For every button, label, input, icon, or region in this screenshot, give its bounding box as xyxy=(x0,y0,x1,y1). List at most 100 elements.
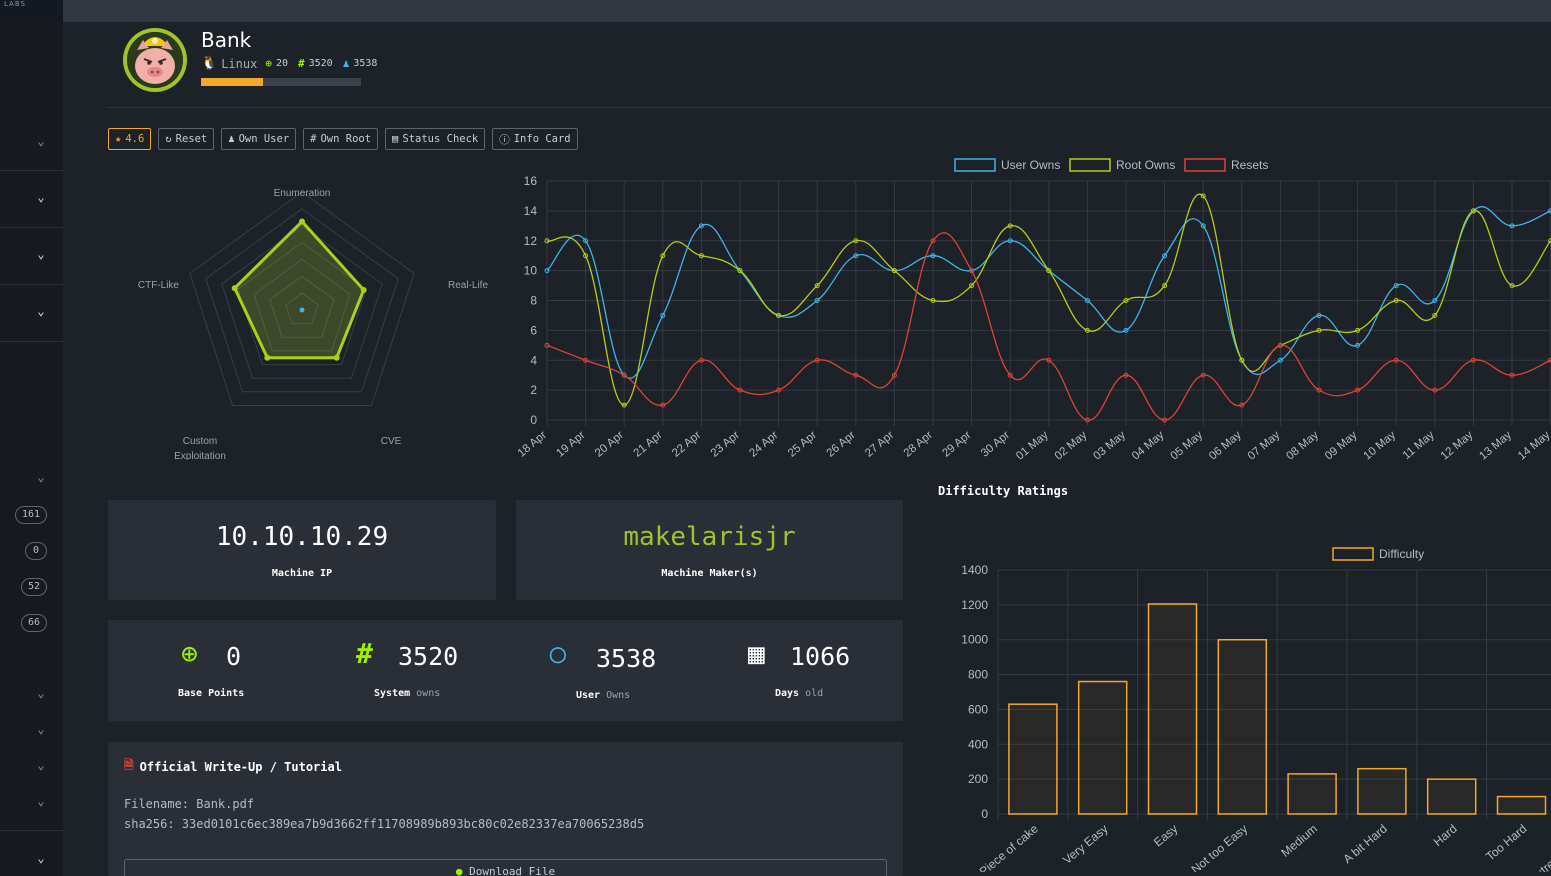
line-x-tick-label: 11 May xyxy=(1401,429,1437,462)
hash-icon: # xyxy=(297,57,305,70)
days-old-label: Days old xyxy=(775,688,824,699)
difficulty-bar xyxy=(1217,638,1268,815)
reset-button[interactable]: ↻ Reset xyxy=(158,128,215,150)
chevron-down-icon[interactable]: ⌄ xyxy=(34,851,48,865)
download-file-button[interactable]: ● Download File xyxy=(124,859,887,876)
line-y-tick-label: 6 xyxy=(530,323,537,337)
hash-icon: # xyxy=(356,637,373,670)
system-owns-stat: # 3520 System owns xyxy=(308,620,508,720)
bar-x-tick-label: Too Hard xyxy=(1483,822,1529,864)
line-x-tick-label: 20 Apr xyxy=(593,429,626,460)
bar-x-tick-label: A bit Hard xyxy=(1340,822,1389,867)
line-x-tick-label: 27 Apr xyxy=(863,429,896,460)
status-check-button[interactable]: ▤ Status Check xyxy=(385,128,486,150)
machine-maker[interactable]: makelarisjr xyxy=(516,522,903,552)
chevron-down-icon[interactable]: ⌄ xyxy=(34,758,48,772)
difficulty-progress xyxy=(201,78,361,86)
server-icon: ▤ xyxy=(392,133,399,145)
user-icon: ◯ xyxy=(550,639,566,669)
main-content: Bank 🐧 Linux ⊕ 20 # 3520 ♟ 3538 ★ 4.6 ↻ Re… xyxy=(63,22,1551,876)
bar-y-tick-label: 0 xyxy=(981,807,988,821)
line-y-tick-label: 4 xyxy=(530,353,537,367)
bar-y-tick-label: 1200 xyxy=(961,598,988,612)
own-root-button[interactable]: # Own Root xyxy=(303,128,379,150)
line-x-tick-label: 14 May xyxy=(1516,429,1551,462)
machine-avatar xyxy=(123,28,187,92)
user-icon: ♟ xyxy=(342,57,350,70)
divider xyxy=(0,830,63,831)
legend-swatch xyxy=(1332,547,1374,561)
difficulty-bar xyxy=(1077,680,1128,815)
own-user-button[interactable]: ♟ Own User xyxy=(221,128,297,150)
machine-maker-card: makelarisjr Machine Maker(s) xyxy=(516,500,903,600)
legend-swatch xyxy=(954,158,996,172)
rating-button[interactable]: ★ 4.6 xyxy=(108,128,152,150)
radar-point xyxy=(264,354,271,361)
writeup-title: 🗎 Official Write-Up / Tutorial xyxy=(124,756,342,777)
bar-x-tick-label: Very Easy xyxy=(1060,822,1110,867)
line-y-tick-label: 10 xyxy=(524,264,538,278)
bar-x-tick-label: Hard xyxy=(1431,822,1460,849)
owns-line-chart: 0 2 4 6 8 10 12 14 16 18 Apr 19 Apr 20 Apr 21 Apr 22 … xyxy=(516,158,1551,462)
chevron-down-icon[interactable]: ⌄ xyxy=(34,722,48,736)
chevron-down-icon[interactable]: ⌄ xyxy=(34,247,48,261)
count-badge: 52 xyxy=(21,578,47,596)
line-x-tick-label: 21 Apr xyxy=(632,429,665,460)
writeup-card: 🗎 Official Write-Up / Tutorial Filename:… xyxy=(108,742,903,876)
bar-x-tick-label: Piece of cake xyxy=(977,821,1041,872)
difficulty-bar xyxy=(1496,795,1547,815)
radar-axis-label: Custom xyxy=(183,436,217,447)
chevron-down-icon[interactable]: ⌄ xyxy=(34,134,48,148)
own-root-label: Own Root xyxy=(320,133,372,145)
chevron-down-icon[interactable]: ⌄ xyxy=(34,794,48,808)
chevron-down-icon[interactable]: ⌄ xyxy=(34,686,48,700)
chevron-down-icon[interactable]: ⌄ xyxy=(34,304,48,318)
logo-text: LABS xyxy=(4,0,26,8)
machine-ip[interactable]: 10.10.10.29 xyxy=(108,522,496,552)
line-x-tick-label: 04 May xyxy=(1130,429,1167,462)
line-y-tick-label: 14 xyxy=(524,204,538,218)
bar-x-tick-label: Easy xyxy=(1151,822,1180,850)
chevron-down-icon[interactable]: ⌄ xyxy=(34,470,48,484)
radar-area xyxy=(232,219,366,360)
line-x-tick-label: 07 May xyxy=(1246,429,1283,462)
line-x-tick-label: 25 Apr xyxy=(786,429,819,460)
user-icon: ♟ xyxy=(228,133,235,145)
line-x-tick-label: 08 May xyxy=(1284,429,1321,462)
count-badge: 66 xyxy=(21,614,47,632)
system-owns-value: 3520 xyxy=(398,642,459,671)
line-x-tick-label: 19 Apr xyxy=(554,429,587,460)
legend-label: Difficulty xyxy=(1379,547,1424,561)
radar-axis-label: Enumeration xyxy=(274,188,331,199)
status-check-label: Status Check xyxy=(402,133,479,145)
own-user-label: Own User xyxy=(238,133,290,145)
legend-label: Root Owns xyxy=(1116,158,1175,172)
line-x-tick-label: 06 May xyxy=(1207,429,1244,462)
radar-center-dot xyxy=(299,307,305,313)
divider xyxy=(108,107,1551,108)
info-card-button[interactable]: ⓘ Info Card xyxy=(492,128,578,150)
machine-meta: 🐧 Linux ⊕ 20 # 3520 ♟ 3538 xyxy=(201,56,383,71)
writeup-sha256: sha256: 33ed0101c6ec389ea7b9d3662ff11708… xyxy=(124,817,645,831)
line-x-tick-label: 22 Apr xyxy=(670,429,703,460)
difficulty-bar xyxy=(1147,603,1198,815)
rating-value: 4.6 xyxy=(125,133,145,145)
logo[interactable]: LABS xyxy=(0,0,63,22)
days-old-value: 1066 xyxy=(790,642,851,671)
base-points-value: 0 xyxy=(226,642,242,671)
system-owns-value: 3520 xyxy=(308,58,333,69)
system-owns-label: System owns xyxy=(374,688,441,699)
count-badge: 161 xyxy=(15,506,47,524)
bar-y-tick-label: 400 xyxy=(968,737,988,751)
machine-name: Bank xyxy=(201,28,252,52)
bar-y-tick-label: 800 xyxy=(968,668,988,682)
points-value: 20 xyxy=(275,58,288,69)
chevron-down-icon[interactable]: ⌄ xyxy=(34,190,48,204)
bar-x-tick-label: Not too Easy xyxy=(1189,822,1251,872)
download-icon: ● xyxy=(455,865,463,876)
pdf-icon: 🗎 xyxy=(124,758,134,772)
line-y-tick-label: 8 xyxy=(530,294,537,308)
radar-axis-label: Exploitation xyxy=(174,451,226,460)
line-x-tick-label: 12 May xyxy=(1439,429,1476,462)
sidebar: ⌄ ⌄ ⌄ ⌄ ⌄ 161 0 52 66 ⌄ ⌄ ⌄ ⌄ ⌄ xyxy=(0,22,63,876)
